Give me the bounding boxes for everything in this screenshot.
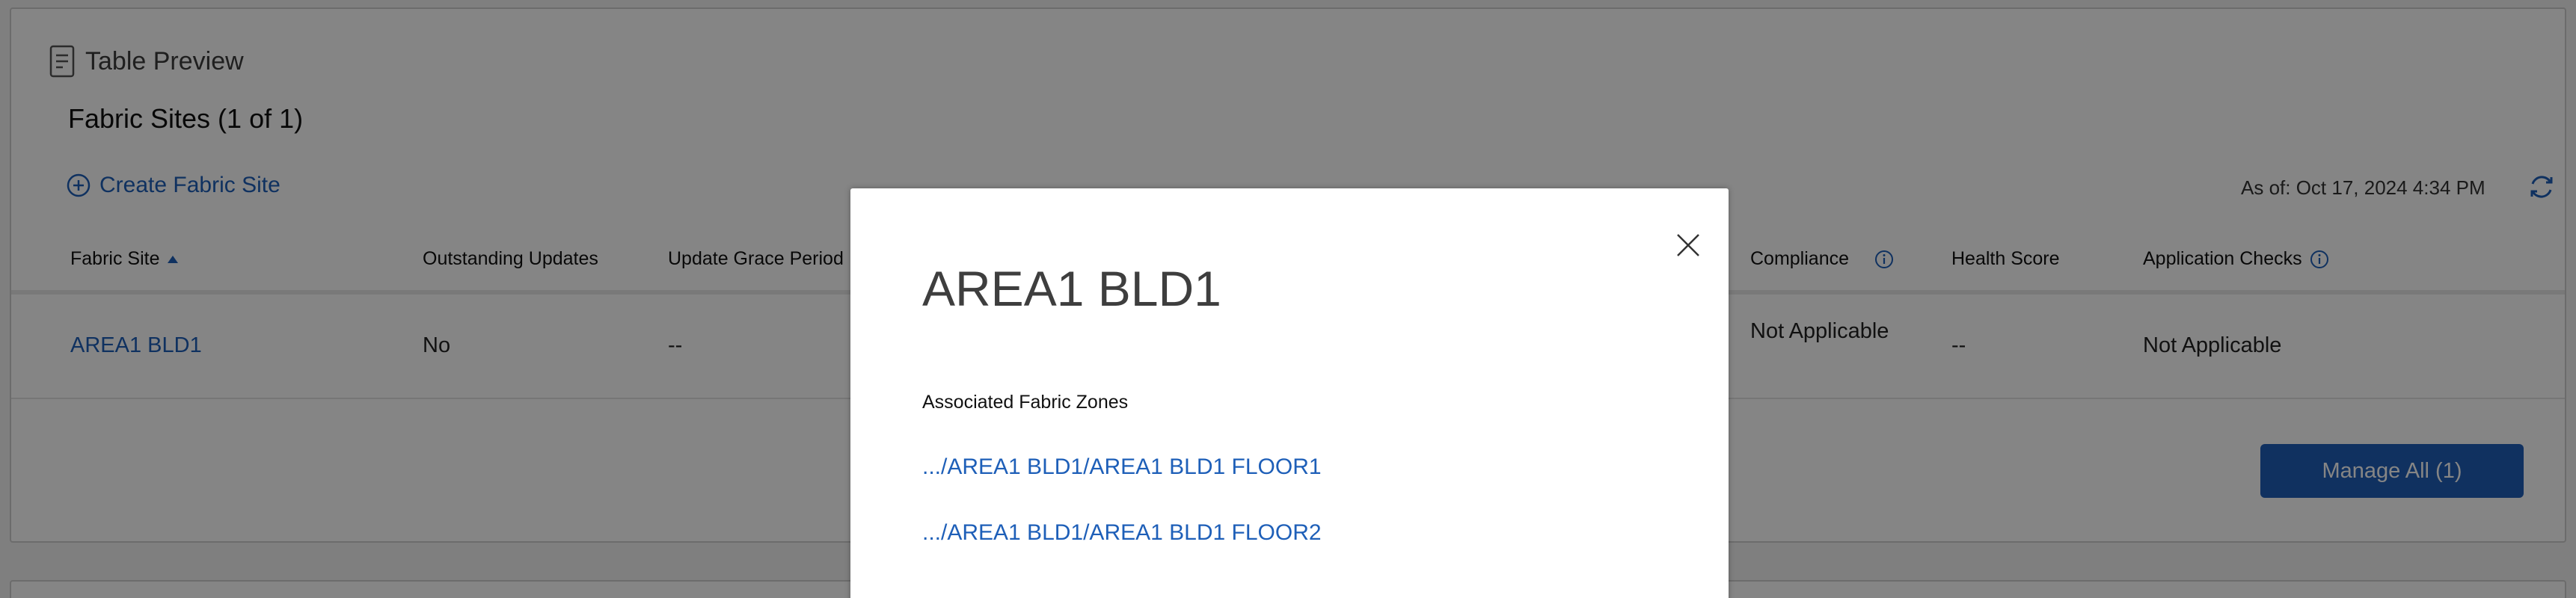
fabric-zone-link[interactable]: .../AREA1 BLD1/AREA1 BLD1 FLOOR1 bbox=[922, 454, 1322, 480]
fabric-site-modal: AREA1 BLD1 Associated Fabric Zones .../A… bbox=[850, 188, 1729, 598]
fabric-zone-link[interactable]: .../AREA1 BLD1/AREA1 BLD1 FLOOR2 bbox=[922, 520, 1322, 546]
modal-title: AREA1 BLD1 bbox=[922, 261, 1221, 316]
close-icon[interactable] bbox=[1667, 224, 1709, 266]
associated-fabric-zones-label: Associated Fabric Zones bbox=[922, 392, 1129, 413]
